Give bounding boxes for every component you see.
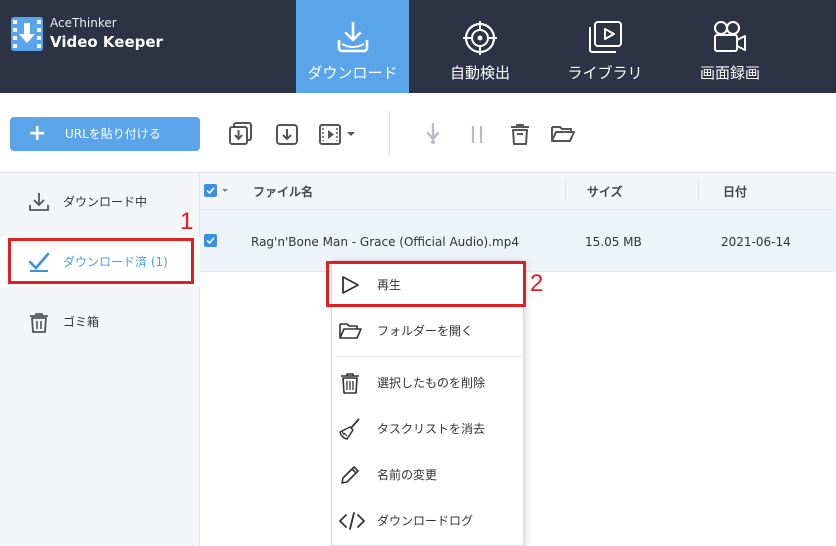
tab-screen-record-label: 画面録画 bbox=[699, 64, 760, 82]
app-header: AceThinker Video Keeper ダウンロード 自動検出 ライブラ… bbox=[0, 0, 836, 93]
tab-library-label: ライブラリ bbox=[567, 64, 643, 82]
pencil-icon bbox=[341, 466, 359, 484]
video-convert-icon[interactable] bbox=[318, 121, 344, 147]
delete-icon[interactable] bbox=[507, 121, 533, 147]
menu-item-download-log[interactable]: ダウンロードログ bbox=[332, 501, 523, 541]
menu-item-label: 選択したものを削除 bbox=[377, 376, 486, 390]
trash-icon bbox=[30, 313, 48, 333]
pause-icon[interactable] bbox=[464, 121, 490, 147]
highlight-box-1 bbox=[8, 238, 194, 284]
menu-item-open-folder[interactable]: フォルダーを開く bbox=[332, 311, 523, 351]
menu-item-delete-selected[interactable]: 選択したものを削除 bbox=[332, 363, 523, 403]
file-size: 15.05 MB bbox=[585, 235, 642, 249]
highlight-box-2 bbox=[326, 261, 526, 307]
column-header-name[interactable]: ファイル名 bbox=[253, 184, 313, 200]
brand-line2: Video Keeper bbox=[50, 33, 163, 51]
tab-download[interactable]: ダウンロード bbox=[296, 0, 409, 93]
menu-item-label: ダウンロードログ bbox=[377, 514, 474, 528]
delete-icon bbox=[341, 373, 359, 394]
menu-item-label: フォルダーを開く bbox=[377, 324, 474, 338]
tab-auto-detect[interactable]: 自動検出 bbox=[420, 0, 540, 93]
tab-download-label: ダウンロード bbox=[307, 64, 398, 82]
column-divider bbox=[565, 181, 566, 201]
row-checkbox[interactable] bbox=[204, 234, 217, 247]
paste-url-button[interactable]: + URLを貼り付ける bbox=[10, 117, 200, 151]
download-batch-icon[interactable] bbox=[228, 121, 254, 147]
sidebar-item-label: ゴミ箱 bbox=[63, 315, 100, 329]
file-date: 2021-06-14 bbox=[721, 235, 791, 249]
resume-icon[interactable] bbox=[420, 121, 446, 147]
menu-divider bbox=[336, 356, 522, 357]
tab-library[interactable]: ライブラリ bbox=[545, 0, 665, 93]
download-tray-icon bbox=[337, 21, 368, 53]
tab-screen-record[interactable]: 画面録画 bbox=[680, 0, 780, 93]
brand-line1: AceThinker bbox=[50, 16, 117, 30]
broom-icon bbox=[339, 418, 360, 440]
open-folder-icon[interactable] bbox=[550, 121, 576, 147]
tab-auto-detect-label: 自動検出 bbox=[449, 64, 510, 82]
brand: AceThinker Video Keeper bbox=[50, 16, 163, 52]
menu-item-label: 名前の変更 bbox=[377, 468, 438, 482]
select-all-checkbox[interactable] bbox=[204, 184, 217, 197]
menu-item-clear-tasks[interactable]: タスクリストを消去 bbox=[332, 409, 523, 449]
folder-icon bbox=[339, 323, 362, 339]
file-name: Rag'n'Bone Man - Grace (Official Audio).… bbox=[251, 235, 519, 249]
table-header: ファイル名 サイズ 日付 bbox=[200, 173, 836, 210]
column-header-size[interactable]: サイズ bbox=[587, 184, 623, 200]
checkmark-icon bbox=[206, 187, 215, 195]
sidebar: ダウンロード中 ダウンロード済 (1) ゴミ箱 bbox=[0, 173, 200, 546]
step-marker-2: 2 bbox=[530, 270, 544, 297]
camera-icon bbox=[714, 21, 746, 52]
chevron-down-icon[interactable] bbox=[221, 187, 229, 195]
target-icon bbox=[463, 21, 497, 55]
sidebar-item-label: ダウンロード中 bbox=[63, 195, 148, 209]
menu-item-rename[interactable]: 名前の変更 bbox=[332, 455, 523, 495]
app-logo-icon bbox=[11, 17, 43, 51]
step-marker-1: 1 bbox=[180, 208, 194, 235]
column-divider bbox=[698, 181, 699, 201]
column-header-date[interactable]: 日付 bbox=[723, 184, 747, 200]
toolbar-divider bbox=[389, 111, 390, 155]
toolbar: + URLを貼り付ける bbox=[0, 93, 836, 173]
chevron-down-icon[interactable] bbox=[344, 121, 358, 147]
library-play-icon bbox=[589, 21, 622, 53]
plus-icon: + bbox=[28, 121, 47, 146]
sidebar-item-downloading[interactable]: ダウンロード中 bbox=[0, 177, 200, 227]
code-icon bbox=[339, 512, 365, 530]
checkmark-icon bbox=[206, 237, 215, 245]
paste-url-label: URLを貼り付ける bbox=[65, 127, 161, 141]
downloading-icon bbox=[29, 193, 49, 211]
sidebar-item-trash[interactable]: ゴミ箱 bbox=[0, 297, 200, 347]
menu-item-label: タスクリストを消去 bbox=[377, 422, 486, 436]
download-icon[interactable] bbox=[274, 121, 300, 147]
